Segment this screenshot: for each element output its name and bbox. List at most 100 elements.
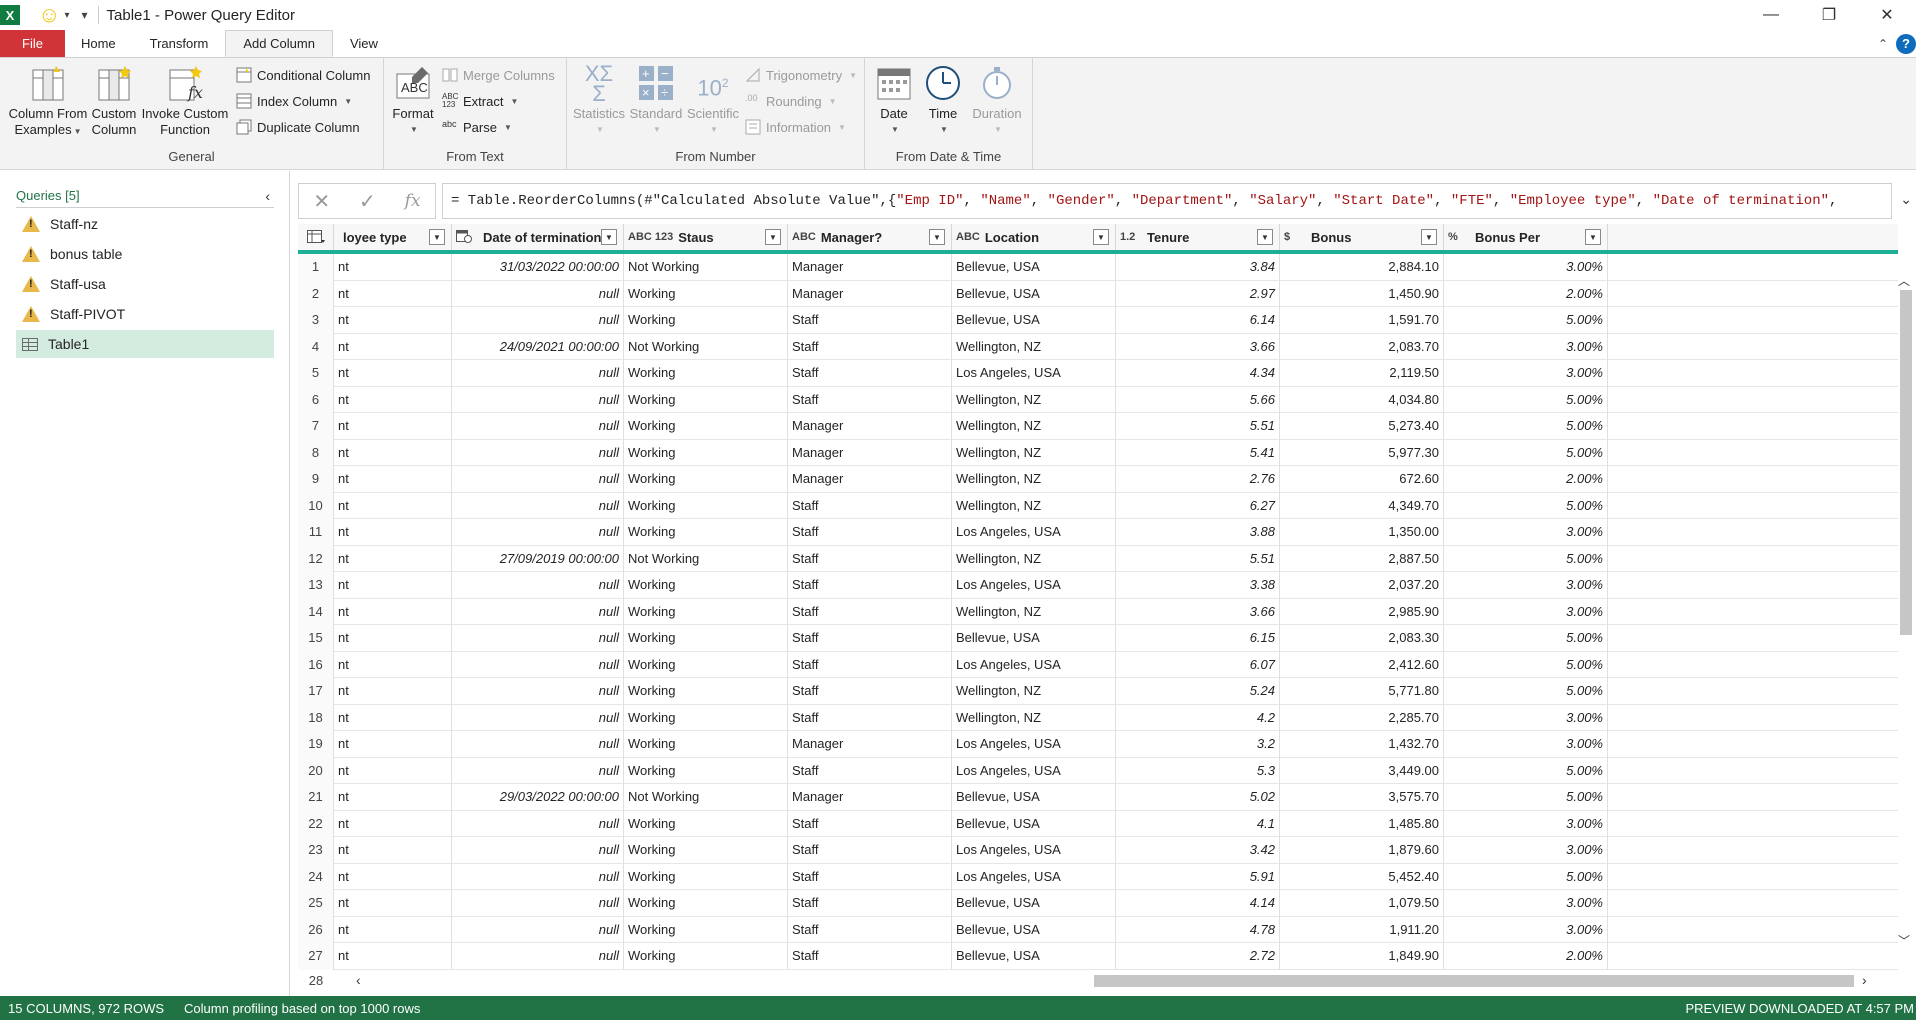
table-cell[interactable]: nt bbox=[334, 545, 452, 572]
row-number[interactable]: 11 bbox=[298, 519, 334, 546]
table-cell[interactable]: 5.00% bbox=[1444, 784, 1608, 811]
scientific-button[interactable]: 102 Scientific ▼ bbox=[685, 64, 741, 138]
table-cell[interactable]: Bellevue, USA bbox=[952, 943, 1116, 970]
time-button[interactable]: Time ▼ bbox=[919, 64, 967, 138]
table-cell[interactable]: Wellington, NZ bbox=[952, 466, 1116, 493]
table-row[interactable]: 25 nt null Working Staff Bellevue, USA 4.14 1,0… bbox=[298, 890, 1898, 917]
row-number[interactable]: 13 bbox=[298, 572, 334, 599]
table-cell[interactable]: 4,034.80 bbox=[1280, 386, 1444, 413]
table-cell[interactable]: 2,884.10 bbox=[1280, 254, 1444, 281]
table-row[interactable]: 17 nt null Working Staff Wellington, NZ 5.24 5,… bbox=[298, 678, 1898, 705]
table-cell[interactable]: 2,037.20 bbox=[1280, 572, 1444, 599]
table-cell[interactable]: 3.00% bbox=[1444, 519, 1608, 546]
table-cell[interactable]: Staff bbox=[788, 837, 952, 864]
duration-button[interactable]: Duration ▼ bbox=[967, 64, 1027, 138]
table-cell[interactable]: Staff bbox=[788, 545, 952, 572]
scroll-up-icon[interactable]: ︿ bbox=[1898, 272, 1910, 289]
table-cell[interactable]: Staff bbox=[788, 651, 952, 678]
table-row[interactable]: 27 nt null Working Staff Bellevue, USA 2.72 1,8… bbox=[298, 943, 1898, 970]
table-row[interactable]: 6 nt null Working Staff Wellington, NZ 5.66 4,0… bbox=[298, 386, 1898, 413]
table-cell[interactable]: 4,349.70 bbox=[1280, 492, 1444, 519]
table-cell[interactable]: Wellington, NZ bbox=[952, 439, 1116, 466]
table-cell[interactable]: nt bbox=[334, 572, 452, 599]
table-cell[interactable]: Manager bbox=[788, 784, 952, 811]
table-cell[interactable]: Staff bbox=[788, 492, 952, 519]
table-cell[interactable]: 27/09/2019 00:00:00 bbox=[452, 545, 624, 572]
table-cell[interactable]: null bbox=[452, 413, 624, 440]
table-cell[interactable]: 3.66 bbox=[1116, 598, 1280, 625]
table-cell[interactable]: 3,449.00 bbox=[1280, 757, 1444, 784]
table-row[interactable]: 3 nt null Working Staff Bellevue, USA 6.14 1,59… bbox=[298, 307, 1898, 334]
table-cell[interactable]: Staff bbox=[788, 863, 952, 890]
expand-formula-bar-icon[interactable]: ⌄ bbox=[1900, 191, 1912, 208]
table-row[interactable]: 24 nt null Working Staff Los Angeles, USA 5.91… bbox=[298, 863, 1898, 890]
table-cell[interactable]: Wellington, NZ bbox=[952, 386, 1116, 413]
row-number[interactable]: 10 bbox=[298, 492, 334, 519]
table-cell[interactable]: nt bbox=[334, 784, 452, 811]
table-cell[interactable]: 3.2 bbox=[1116, 731, 1280, 758]
table-cell[interactable]: null bbox=[452, 863, 624, 890]
table-cell[interactable]: Bellevue, USA bbox=[952, 916, 1116, 943]
table-cell[interactable]: 31/03/2022 00:00:00 bbox=[452, 254, 624, 281]
column-header[interactable]: ABC 123 Staus ▼ bbox=[624, 224, 788, 250]
table-cell[interactable]: nt bbox=[334, 492, 452, 519]
row-number[interactable]: 6 bbox=[298, 386, 334, 413]
table-cell[interactable]: nt bbox=[334, 810, 452, 837]
table-cell[interactable]: 2,119.50 bbox=[1280, 360, 1444, 387]
column-header[interactable]: $ Bonus ▼ bbox=[1280, 224, 1444, 250]
table-cell[interactable]: Bellevue, USA bbox=[952, 810, 1116, 837]
merge-columns-button[interactable]: Merge Columns bbox=[442, 64, 555, 86]
insert-function-icon[interactable]: fx bbox=[405, 191, 421, 211]
table-cell[interactable]: 5.00% bbox=[1444, 757, 1608, 784]
table-cell[interactable]: nt bbox=[334, 466, 452, 493]
standard-button[interactable]: + − × ÷ Standard ▼ bbox=[627, 64, 685, 138]
table-cell[interactable]: Los Angeles, USA bbox=[952, 572, 1116, 599]
help-icon[interactable]: ? bbox=[1896, 34, 1916, 54]
table-cell[interactable]: 2.76 bbox=[1116, 466, 1280, 493]
table-cell[interactable]: 3.00% bbox=[1444, 333, 1608, 360]
table-cell[interactable]: Working bbox=[624, 625, 788, 652]
row-number[interactable]: 27 bbox=[298, 943, 334, 970]
row-number[interactable]: 5 bbox=[298, 360, 334, 387]
table-cell[interactable]: 3.00% bbox=[1444, 572, 1608, 599]
table-cell[interactable]: null bbox=[452, 572, 624, 599]
table-cell[interactable]: Staff bbox=[788, 704, 952, 731]
table-cell[interactable]: Wellington, NZ bbox=[952, 413, 1116, 440]
table-cell[interactable]: 2.00% bbox=[1444, 466, 1608, 493]
table-cell[interactable]: 5.00% bbox=[1444, 545, 1608, 572]
table-cell[interactable]: nt bbox=[334, 863, 452, 890]
table-cell[interactable]: Working bbox=[624, 678, 788, 705]
collapse-queries-pane-icon[interactable]: ‹ bbox=[265, 188, 270, 204]
table-cell[interactable]: 3.38 bbox=[1116, 572, 1280, 599]
table-cell[interactable]: 1,849.90 bbox=[1280, 943, 1444, 970]
table-cell[interactable]: Working bbox=[624, 651, 788, 678]
table-cell[interactable]: 3.00% bbox=[1444, 810, 1608, 837]
tab-add-column[interactable]: Add Column bbox=[225, 30, 333, 57]
table-cell[interactable]: 5.00% bbox=[1444, 439, 1608, 466]
table-cell[interactable]: null bbox=[452, 492, 624, 519]
extract-button[interactable]: ABC 123 Extract ▼ bbox=[442, 90, 518, 112]
conditional-column-button[interactable]: Conditional Column bbox=[236, 64, 370, 86]
table-cell[interactable]: 4.1 bbox=[1116, 810, 1280, 837]
table-row[interactable]: 16 nt null Working Staff Los Angeles, USA 6.07… bbox=[298, 651, 1898, 678]
table-cell[interactable]: Manager bbox=[788, 731, 952, 758]
table-cell[interactable]: Wellington, NZ bbox=[952, 704, 1116, 731]
table-row[interactable]: 18 nt null Working Staff Wellington, NZ 4.2 2,2… bbox=[298, 704, 1898, 731]
table-cell[interactable]: Staff bbox=[788, 519, 952, 546]
tab-home[interactable]: Home bbox=[65, 30, 133, 57]
table-cell[interactable]: null bbox=[452, 598, 624, 625]
table-cell[interactable]: Los Angeles, USA bbox=[952, 519, 1116, 546]
table-cell[interactable]: 4.78 bbox=[1116, 916, 1280, 943]
column-filter-dropdown-icon[interactable]: ▼ bbox=[929, 229, 945, 245]
table-cell[interactable]: nt bbox=[334, 651, 452, 678]
index-column-button[interactable]: Index Column ▼ bbox=[236, 90, 352, 112]
table-row[interactable]: 12 nt 27/09/2019 00:00:00 Not Working Staff W… bbox=[298, 545, 1898, 572]
table-cell[interactable]: 29/03/2022 00:00:00 bbox=[452, 784, 624, 811]
table-cell[interactable]: 1,079.50 bbox=[1280, 890, 1444, 917]
rounding-button[interactable]: .00 Rounding ▼ bbox=[745, 90, 837, 112]
table-cell[interactable]: null bbox=[452, 280, 624, 307]
quick-access-customize-icon[interactable]: ▾ bbox=[82, 8, 88, 22]
table-cell[interactable]: Los Angeles, USA bbox=[952, 863, 1116, 890]
table-cell[interactable]: 3.00% bbox=[1444, 731, 1608, 758]
table-cell[interactable]: nt bbox=[334, 916, 452, 943]
